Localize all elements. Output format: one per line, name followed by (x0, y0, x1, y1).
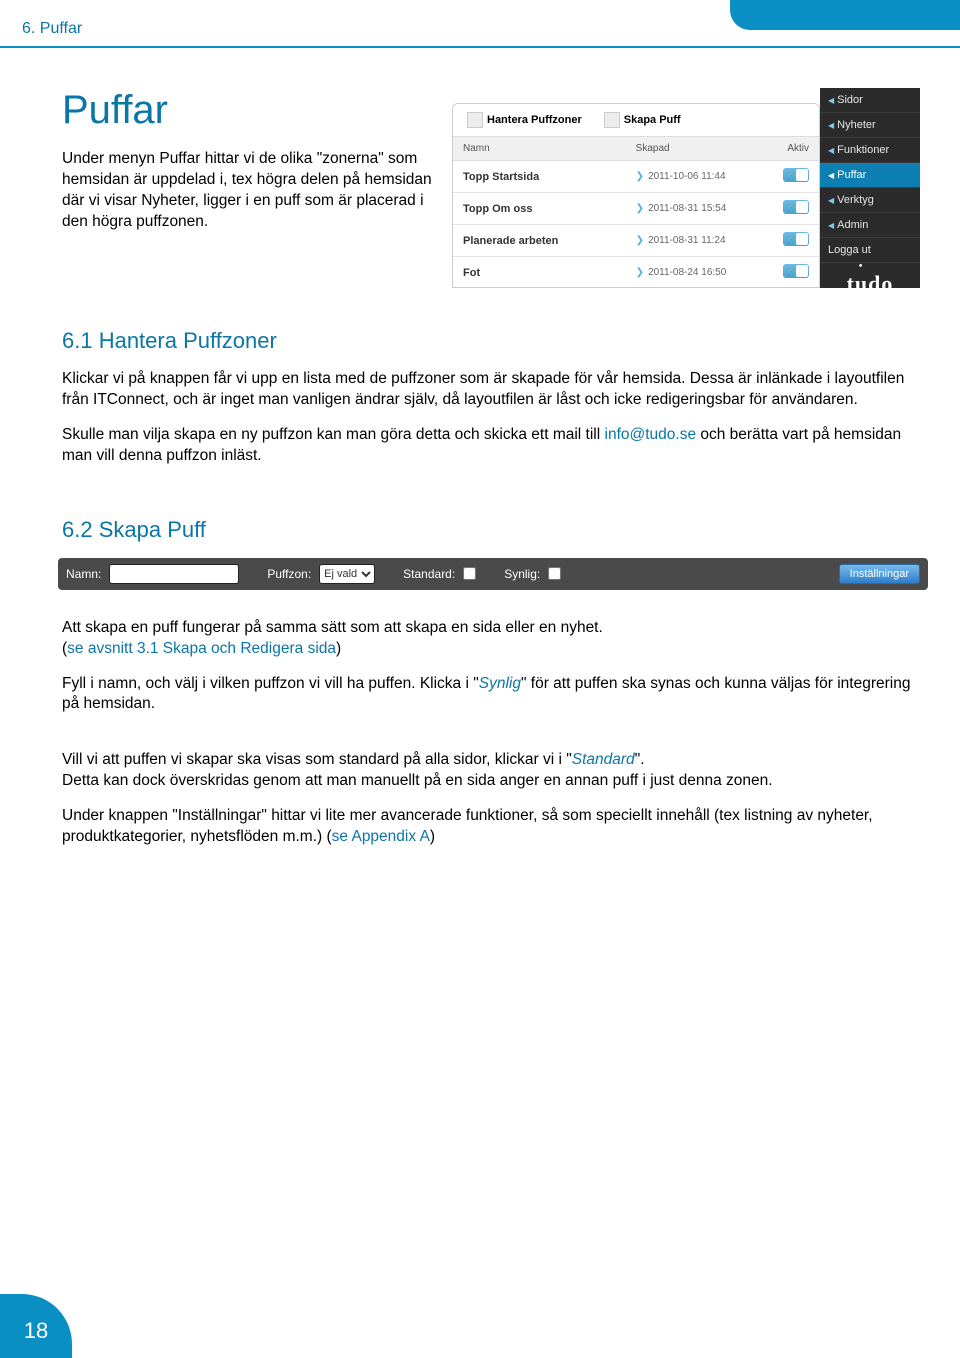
section-6-1-p2: Skulle man vilja skapa en ny puffzon kan… (62, 425, 920, 467)
sidebar-item-puffar[interactable]: ◀Puffar (820, 163, 920, 188)
chevron-left-icon: ◀ (828, 121, 834, 130)
table-header-row: Namn Skapad Aktiv (453, 137, 819, 161)
tab-label: Skapa Puff (624, 114, 681, 126)
row-created: 2011-08-31 11:24 (648, 235, 725, 246)
col-created: Skapad (636, 143, 759, 154)
settings-button[interactable]: Inställningar (839, 564, 920, 584)
puffzone-panel: Hantera Puffzoner Skapa Puff Namn Skapad… (452, 103, 820, 288)
sidebar-item-nyheter[interactable]: ◀Nyheter (820, 113, 920, 138)
namn-input[interactable] (109, 564, 239, 584)
namn-label: Namn: (66, 567, 101, 581)
synlig-label: Synlig: (504, 567, 540, 581)
sidebar-item-label: Admin (837, 219, 868, 231)
tab-label: Hantera Puffzoner (487, 114, 582, 126)
active-toggle[interactable] (783, 232, 809, 246)
row-created: 2011-08-31 15:54 (648, 203, 726, 214)
standard-term: Standard (572, 751, 635, 768)
col-active: Aktiv (759, 143, 809, 154)
row-created: 2011-10-06 11:44 (648, 171, 725, 182)
add-puff-icon (604, 112, 620, 128)
sidebar-item-sidor[interactable]: ◀Sidor (820, 88, 920, 113)
create-puff-toolbar: Namn: Puffzon: Ej vald Standard: Synlig:… (58, 558, 928, 590)
chevron-left-icon: ◀ (828, 196, 834, 205)
section-6-2-p1: Att skapa en puff fungerar på samma sätt… (62, 618, 920, 660)
active-toggle[interactable] (783, 264, 809, 278)
table-row[interactable]: Topp Om oss ❯ 2011-08-31 15:54 (453, 193, 819, 225)
section-heading-6-2: 6.2 Skapa Puff (62, 517, 920, 543)
section-6-2-p3: Vill vi att puffen vi skapar ska visas s… (62, 729, 920, 792)
row-name: Planerade arbeten (463, 235, 558, 247)
standard-label: Standard: (403, 567, 455, 581)
active-toggle[interactable] (783, 168, 809, 182)
tudo-logo: tudo (820, 263, 920, 307)
email-link[interactable]: info@tudo.se (605, 426, 697, 443)
folder-icon (467, 112, 483, 128)
sidebar-item-label: Sidor (837, 94, 863, 106)
header-corner-shape (730, 0, 960, 30)
chevron-left-icon: ◀ (828, 221, 834, 230)
sidebar-item-label: Logga ut (828, 244, 871, 256)
chevron-left-icon: ◀ (828, 171, 834, 180)
table-row[interactable]: Fot ❯ 2011-08-24 16:50 (453, 257, 819, 288)
chevron-left-icon: ◀ (828, 146, 834, 155)
synlig-checkbox[interactable] (548, 567, 561, 580)
chevron-right-icon: ❯ (636, 203, 644, 214)
row-name: Fot (463, 267, 480, 279)
admin-side-menu: ◀Sidor ◀Nyheter ◀Funktioner ◀Puffar ◀Ver… (820, 88, 920, 288)
chevron-right-icon: ❯ (636, 267, 644, 278)
page-number-badge: 18 (0, 1294, 72, 1358)
page-title: Puffar (62, 88, 432, 133)
puffzon-select[interactable]: Ej vald (319, 564, 375, 584)
crossref-link[interactable]: se avsnitt 3.1 Skapa och Redigera sida (67, 640, 336, 657)
section-heading-6-1: 6.1 Hantera Puffzoner (62, 328, 920, 354)
row-name: Topp Om oss (463, 203, 532, 215)
sidebar-item-label: Funktioner (837, 144, 889, 156)
manage-puffzones-screenshot: Hantera Puffzoner Skapa Puff Namn Skapad… (452, 88, 920, 288)
sidebar-item-admin[interactable]: ◀Admin (820, 213, 920, 238)
sidebar-item-funktioner[interactable]: ◀Funktioner (820, 138, 920, 163)
intro-paragraph: Under menyn Puffar hittar vi de olika "z… (62, 149, 432, 233)
section-6-2-p2: Fyll i namn, och välj i vilken puffzon v… (62, 674, 920, 716)
row-name: Topp Startsida (463, 171, 539, 183)
chevron-right-icon: ❯ (636, 171, 644, 182)
puffzon-label: Puffzon: (267, 567, 311, 581)
section-6-1-p1: Klickar vi på knappen får vi upp en list… (62, 369, 920, 411)
chevron-right-icon: ❯ (636, 235, 644, 246)
page-content: Puffar Under menyn Puffar hittar vi de o… (0, 48, 960, 848)
sidebar-item-label: Verktyg (837, 194, 874, 206)
tab-skapa-puff[interactable]: Skapa Puff (598, 110, 687, 130)
chevron-left-icon: ◀ (828, 96, 834, 105)
sidebar-item-verktyg[interactable]: ◀Verktyg (820, 188, 920, 213)
sidebar-item-label: Nyheter (837, 119, 876, 131)
synlig-term: Synlig (479, 675, 521, 692)
col-name: Namn (463, 143, 636, 154)
table-row[interactable]: Topp Startsida ❯ 2011-10-06 11:44 (453, 161, 819, 193)
row-created: 2011-08-24 16:50 (648, 267, 726, 278)
tab-manage-puffzoner[interactable]: Hantera Puffzoner (461, 110, 588, 130)
appendix-link[interactable]: se Appendix A (332, 828, 430, 845)
table-row[interactable]: Planerade arbeten ❯ 2011-08-31 11:24 (453, 225, 819, 257)
standard-checkbox[interactable] (463, 567, 476, 580)
sidebar-item-label: Puffar (837, 169, 866, 181)
sidebar-item-logout[interactable]: Logga ut (820, 238, 920, 263)
active-toggle[interactable] (783, 200, 809, 214)
section-6-2-p4: Under knappen "Inställningar" hittar vi … (62, 806, 920, 848)
page-number: 18 (24, 1318, 48, 1344)
